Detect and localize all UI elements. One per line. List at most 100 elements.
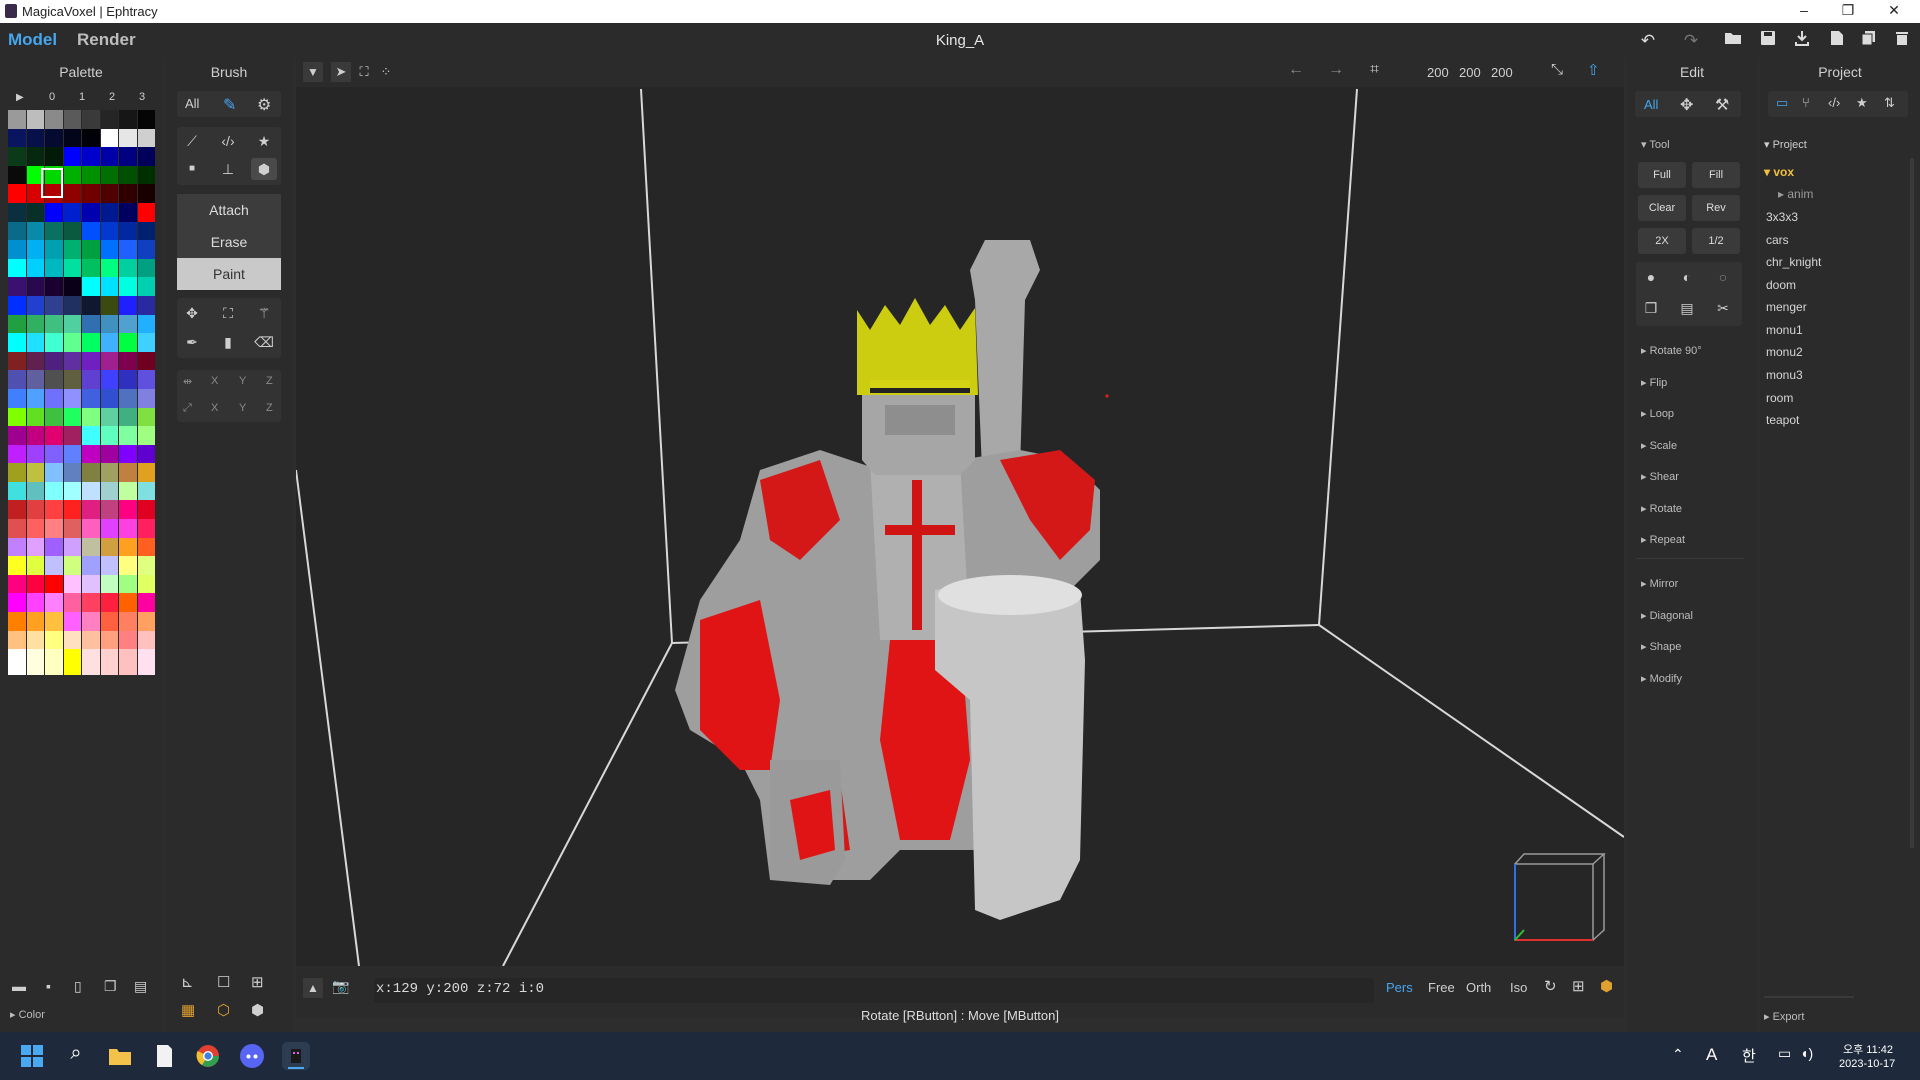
palette-paste-icon[interactable]: ▤ — [134, 978, 147, 995]
palette-page-3[interactable]: 3 — [139, 91, 145, 103]
section-shape[interactable]: ▸ Shape — [1641, 640, 1681, 653]
axis-y-2[interactable]: Y — [239, 402, 246, 414]
arrow-right-icon[interactable]: → — [1328, 61, 1344, 79]
volume-icon[interactable]: ◖) — [1800, 1045, 1813, 1061]
eyedropper-icon[interactable]: ✒ — [179, 331, 205, 353]
project-root[interactable]: ▾ Project — [1764, 138, 1807, 151]
project-hscroll[interactable] — [1764, 996, 1854, 998]
project-scrollbar[interactable] — [1910, 158, 1914, 848]
project-folder-icon[interactable]: ▭ — [1776, 95, 1788, 111]
mode-erase[interactable]: Erase — [177, 226, 281, 258]
copy-icon[interactable]: ❐ — [1638, 297, 1664, 319]
file-menger[interactable]: menger — [1766, 300, 1807, 314]
section-flip[interactable]: ▸ Flip — [1641, 376, 1667, 389]
axis-y-1[interactable]: Y — [239, 375, 246, 387]
palette-page-2[interactable]: 2 — [109, 91, 115, 103]
file-monu3[interactable]: monu3 — [1766, 368, 1803, 382]
dim-y[interactable]: 200 — [1459, 65, 1481, 80]
close-button[interactable]: ✕ — [1884, 2, 1904, 20]
layout-view-icon[interactable]: ⊞ — [1572, 977, 1585, 995]
folder-anim[interactable]: ▸ anim — [1778, 187, 1813, 201]
pointer-icon[interactable]: ➤ — [331, 62, 351, 82]
network-icon[interactable]: ▭ — [1778, 1045, 1791, 1062]
axis-z-1[interactable]: Z — [266, 375, 273, 387]
file-cars[interactable]: cars — [1766, 233, 1789, 247]
project-code-icon[interactable]: ‹/› — [1828, 95, 1840, 110]
axis-x-2[interactable]: X — [211, 402, 218, 414]
section-modify[interactable]: ▸ Modify — [1641, 672, 1682, 685]
new-file-icon[interactable] — [1826, 30, 1848, 52]
brush-settings-icon[interactable]: ⚙ — [257, 95, 271, 115]
undo-icon[interactable]: ↶ — [1637, 30, 1659, 52]
brush-face-icon[interactable]: ⊥ — [215, 158, 241, 180]
view-iso[interactable]: Iso — [1510, 980, 1527, 995]
brush-filter-all[interactable]: All — [185, 96, 199, 111]
mode-paint[interactable]: Paint — [177, 258, 281, 290]
view-orth[interactable]: Orth — [1466, 980, 1491, 995]
color-section[interactable]: ▸ Color — [10, 1008, 45, 1021]
tool-rev-button[interactable]: Rev — [1692, 195, 1740, 221]
notepad-icon[interactable] — [150, 1042, 178, 1070]
tray-chevron-icon[interactable]: ⌃ — [1672, 1046, 1684, 1063]
palette-copy-icon[interactable]: ❐ — [104, 978, 117, 995]
axis-x-1[interactable]: X — [211, 375, 218, 387]
upload-icon[interactable]: ⇧ — [1587, 61, 1600, 79]
edit-wrench-icon[interactable]: ⚒ — [1715, 95, 1729, 115]
rotate-view-icon[interactable]: ↻ — [1544, 977, 1557, 995]
section-shear[interactable]: ▸ Shear — [1641, 470, 1679, 483]
grid-icon[interactable]: ⊞ — [251, 973, 264, 991]
brush-box-icon[interactable]: ⬢ — [251, 158, 277, 180]
orientation-gizmo[interactable] — [1514, 853, 1606, 941]
palette-new-icon[interactable]: ▯ — [74, 978, 82, 995]
restore-button[interactable]: ❐ — [1838, 2, 1858, 20]
palette-play-icon[interactable]: ▶ — [16, 92, 24, 103]
clock-date[interactable]: 2023-10-17 — [1839, 1058, 1895, 1070]
view-pers[interactable]: Pers — [1386, 980, 1413, 995]
circle-half-icon[interactable]: ◐ — [1674, 266, 1700, 288]
copy-file-icon[interactable] — [1858, 30, 1880, 52]
palette-swatch[interactable] — [8, 649, 26, 675]
edit-transform-icon[interactable]: ✥ — [1680, 95, 1693, 115]
tool-section[interactable]: ▾ Tool — [1641, 138, 1670, 151]
minimize-button[interactable]: – — [1794, 2, 1814, 20]
chrome-icon[interactable] — [194, 1042, 222, 1070]
palette-swatch[interactable] — [45, 649, 63, 675]
project-star-icon[interactable]: ★ — [1856, 95, 1868, 111]
tool-2x-button[interactable]: 2X — [1638, 228, 1686, 254]
paste-icon[interactable]: ▤ — [1674, 297, 1700, 319]
delete-file-icon[interactable] — [1891, 30, 1913, 52]
section-rotate[interactable]: ▸ Rotate — [1641, 502, 1682, 515]
camera-icon[interactable]: 📷 — [332, 978, 349, 995]
open-folder-icon[interactable] — [1722, 30, 1744, 52]
section-scale[interactable]: ▸ Scale — [1641, 439, 1677, 452]
export-download-icon[interactable] — [1791, 30, 1813, 52]
dim-x[interactable]: 200 — [1427, 65, 1449, 80]
palette-swatch[interactable] — [100, 649, 118, 675]
project-sort-icon[interactable]: ⇅ — [1884, 95, 1895, 111]
palette-save-icon[interactable]: ▪ — [46, 978, 51, 994]
scale-axis-icon[interactable]: ⤢ — [183, 402, 192, 415]
view-free[interactable]: Free — [1428, 980, 1455, 995]
cut-icon[interactable]: ✂ — [1710, 297, 1736, 319]
brush-voxel-icon[interactable]: ■ — [179, 158, 205, 180]
cube-view-icon[interactable]: ⬢ — [1600, 977, 1613, 995]
circle-empty-icon[interactable]: ○ — [1710, 266, 1736, 288]
cube-icon[interactable]: ⬢ — [251, 1001, 264, 1019]
magicavoxel-taskbar-icon[interactable] — [282, 1042, 310, 1070]
ime-mode-han[interactable]: 한 — [1742, 1045, 1756, 1066]
project-tree-icon[interactable]: ⑂ — [1802, 95, 1810, 110]
fit-view-icon[interactable]: ⤡ — [1551, 61, 1563, 78]
edit-filter-all[interactable]: All — [1644, 97, 1658, 112]
section-repeat[interactable]: ▸ Repeat — [1641, 533, 1685, 546]
section-rotate90[interactable]: ▸ Rotate 90° — [1641, 344, 1702, 357]
3d-viewport[interactable] — [296, 87, 1624, 966]
ime-mode-a[interactable]: A — [1706, 1045, 1717, 1065]
dim-z[interactable]: 200 — [1491, 65, 1513, 80]
section-diagonal[interactable]: ▸ Diagonal — [1641, 609, 1693, 622]
file-monu1[interactable]: monu1 — [1766, 323, 1803, 337]
palette-swatch[interactable] — [82, 649, 100, 675]
palette-page-1[interactable]: 1 — [79, 91, 85, 103]
brush-star-icon[interactable]: ★ — [251, 130, 277, 152]
folder-vox[interactable]: ▾ vox — [1764, 165, 1794, 179]
tool-clear-button[interactable]: Clear — [1638, 195, 1686, 221]
